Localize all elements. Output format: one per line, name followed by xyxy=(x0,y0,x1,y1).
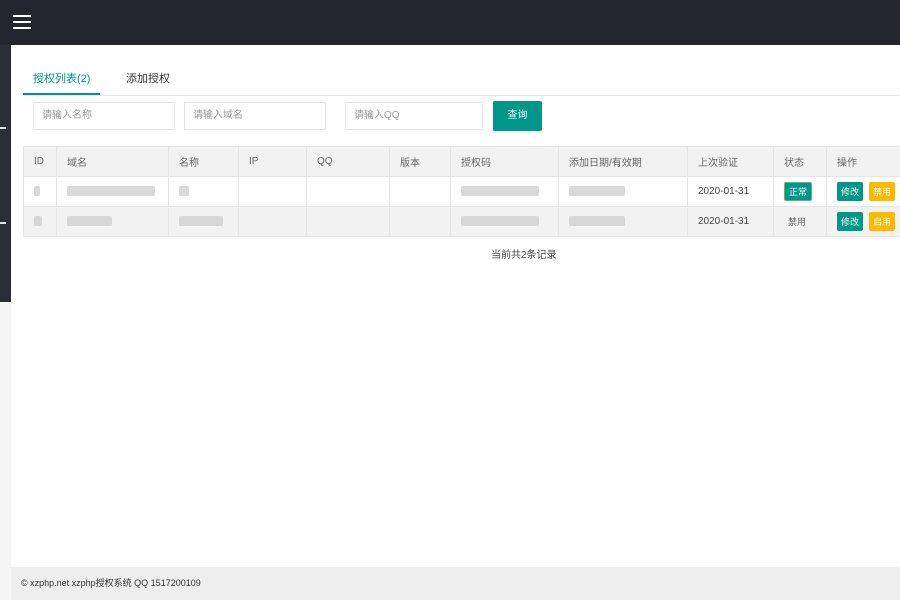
qq-search-input[interactable]: 请输入QQ xyxy=(345,102,483,130)
top-navbar xyxy=(0,0,900,45)
col-domain[interactable]: 域名 xyxy=(56,146,169,177)
col-status[interactable]: 状态 xyxy=(773,146,827,177)
col-qq[interactable]: QQ xyxy=(306,146,390,177)
license-table: ID 域名 名称 IP QQ 版本 授权码 添加日期/有效期 上次验证 状态 操… xyxy=(23,146,900,237)
cell-id xyxy=(23,176,57,207)
enable-button[interactable]: 启用 xyxy=(869,212,896,231)
cell-domain xyxy=(56,176,169,207)
domain-search-input[interactable]: 请输入域名 xyxy=(184,102,326,130)
cell-actions: 修改 禁用 xyxy=(826,176,900,207)
table-row[interactable]: 2020-01-31 正常 修改 禁用 xyxy=(23,176,900,207)
col-date[interactable]: 添加日期/有效期 xyxy=(558,146,688,177)
cell-last-check: 2020-01-31 xyxy=(687,176,774,207)
tab-license-list[interactable]: 授权列表(2) xyxy=(23,70,101,95)
footer-copyright: © xzphp.net xzphp授权系统 QQ 1517200109 xyxy=(11,567,900,600)
cell-ip xyxy=(238,176,307,207)
col-version[interactable]: 版本 xyxy=(389,146,451,177)
sidebar-marker[interactable] xyxy=(0,127,6,129)
col-last-check[interactable]: 上次验证 xyxy=(687,146,774,177)
sidebar-lower xyxy=(0,302,11,600)
cell-date xyxy=(558,206,688,237)
col-actions[interactable]: 操作 xyxy=(826,146,900,177)
cell-actions: 修改 启用 xyxy=(826,206,900,237)
cell-qq xyxy=(306,206,390,237)
cell-qq xyxy=(306,176,390,207)
disable-button[interactable]: 禁用 xyxy=(869,182,896,201)
record-count: 当前共2条记录 xyxy=(491,250,557,261)
cell-name xyxy=(168,176,239,207)
tab-add-license[interactable]: 添加授权 xyxy=(116,70,180,95)
edit-button[interactable]: 修改 xyxy=(837,212,864,231)
hamburger-menu-icon[interactable] xyxy=(12,11,34,31)
cell-last-check: 2020-01-31 xyxy=(687,206,774,237)
sidebar-marker[interactable] xyxy=(0,222,6,224)
sidebar-panel xyxy=(0,45,11,302)
search-button[interactable]: 查询 xyxy=(493,101,542,131)
cell-date xyxy=(558,176,688,207)
tab-bar: 授权列表(2) 添加授权 xyxy=(23,66,900,96)
cell-status: 禁用 xyxy=(773,206,827,237)
edit-button[interactable]: 修改 xyxy=(837,182,864,201)
cell-version xyxy=(389,176,451,207)
name-search-input[interactable]: 请输入名称 xyxy=(33,102,175,130)
left-sidebar xyxy=(0,45,11,600)
table-header-row: ID 域名 名称 IP QQ 版本 授权码 添加日期/有效期 上次验证 状态 操… xyxy=(23,146,900,177)
cell-version xyxy=(389,206,451,237)
cell-ip xyxy=(238,206,307,237)
col-id[interactable]: ID xyxy=(23,146,57,177)
col-name[interactable]: 名称 xyxy=(168,146,239,177)
cell-domain xyxy=(56,206,169,237)
table-row[interactable]: 2020-01-31 禁用 修改 启用 xyxy=(23,206,900,237)
cell-license-code xyxy=(450,206,559,237)
col-ip[interactable]: IP xyxy=(238,146,307,177)
status-badge: 正常 xyxy=(784,182,813,201)
main-content: 授权列表(2) 添加授权 请输入名称 请输入域名 请输入QQ 查询 ID 域名 … xyxy=(11,45,900,567)
cell-status: 正常 xyxy=(773,176,827,207)
cell-name xyxy=(168,206,239,237)
cell-license-code xyxy=(450,176,559,207)
status-badge: 禁用 xyxy=(788,217,807,227)
cell-id xyxy=(23,206,57,237)
col-license-code[interactable]: 授权码 xyxy=(450,146,559,177)
